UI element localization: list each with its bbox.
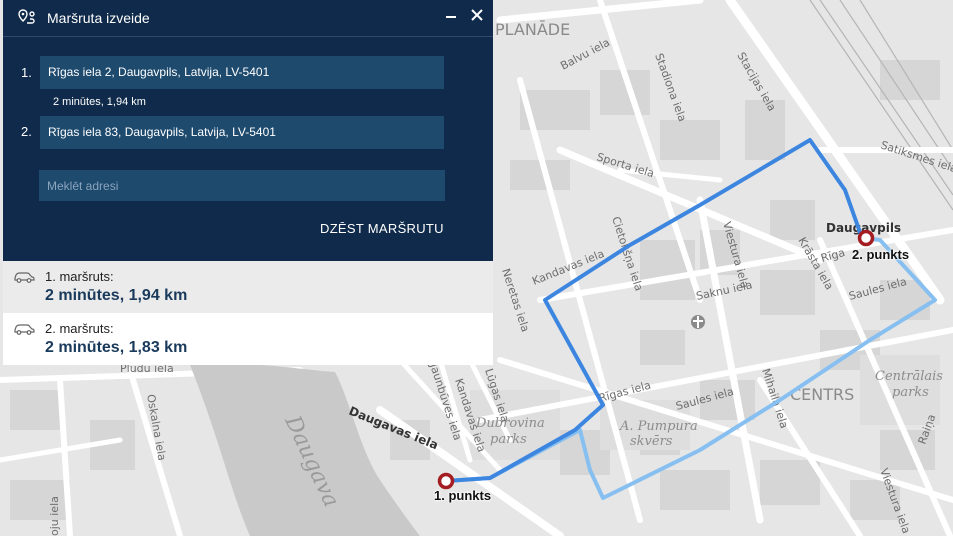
stop-2-index: 2. [21,124,32,139]
minimize-button[interactable] [443,6,459,26]
route-option-2[interactable]: 2. maršruts: 2 minūtes, 1,83 km [3,313,493,365]
address-search-input[interactable] [39,170,445,201]
stop-1-field[interactable]: Rīgas iela 2, Daugavpils, Latvija, LV-54… [40,56,444,89]
segment-info: 2 minūtes, 1,94 km [53,96,146,108]
route-option-1-value: 2 minūtes, 1,94 km [45,287,188,304]
end-pin-label: 2. punkts [852,247,910,262]
panel-header: Maršruta izveide [3,0,493,37]
car-icon [13,321,35,340]
route-option-1[interactable]: 1. maršruts: 2 minūtes, 1,94 km [3,261,493,313]
close-button[interactable] [468,4,486,26]
route-option-1-name: 1. maršruts: [45,269,114,284]
start-pin-label: 1. punkts [434,488,492,503]
panel-title: Maršruta izveide [47,10,150,26]
car-icon [13,269,35,288]
stop-1-index: 1. [21,65,32,80]
route-option-2-name: 2. maršruts: [45,321,114,336]
clear-route-button[interactable]: DZĒST MARŠRUTU [320,221,444,236]
stop-2-field[interactable]: Rīgas iela 83, Daugavpils, Latvija, LV-5… [40,116,444,149]
route-pin-icon [18,8,36,31]
route-panel: Maršruta izveide 1. Rīgas iela 2, Daugav… [3,0,493,261]
route-option-2-value: 2 minūtes, 1,83 km [45,339,188,356]
close-icon [471,9,483,21]
